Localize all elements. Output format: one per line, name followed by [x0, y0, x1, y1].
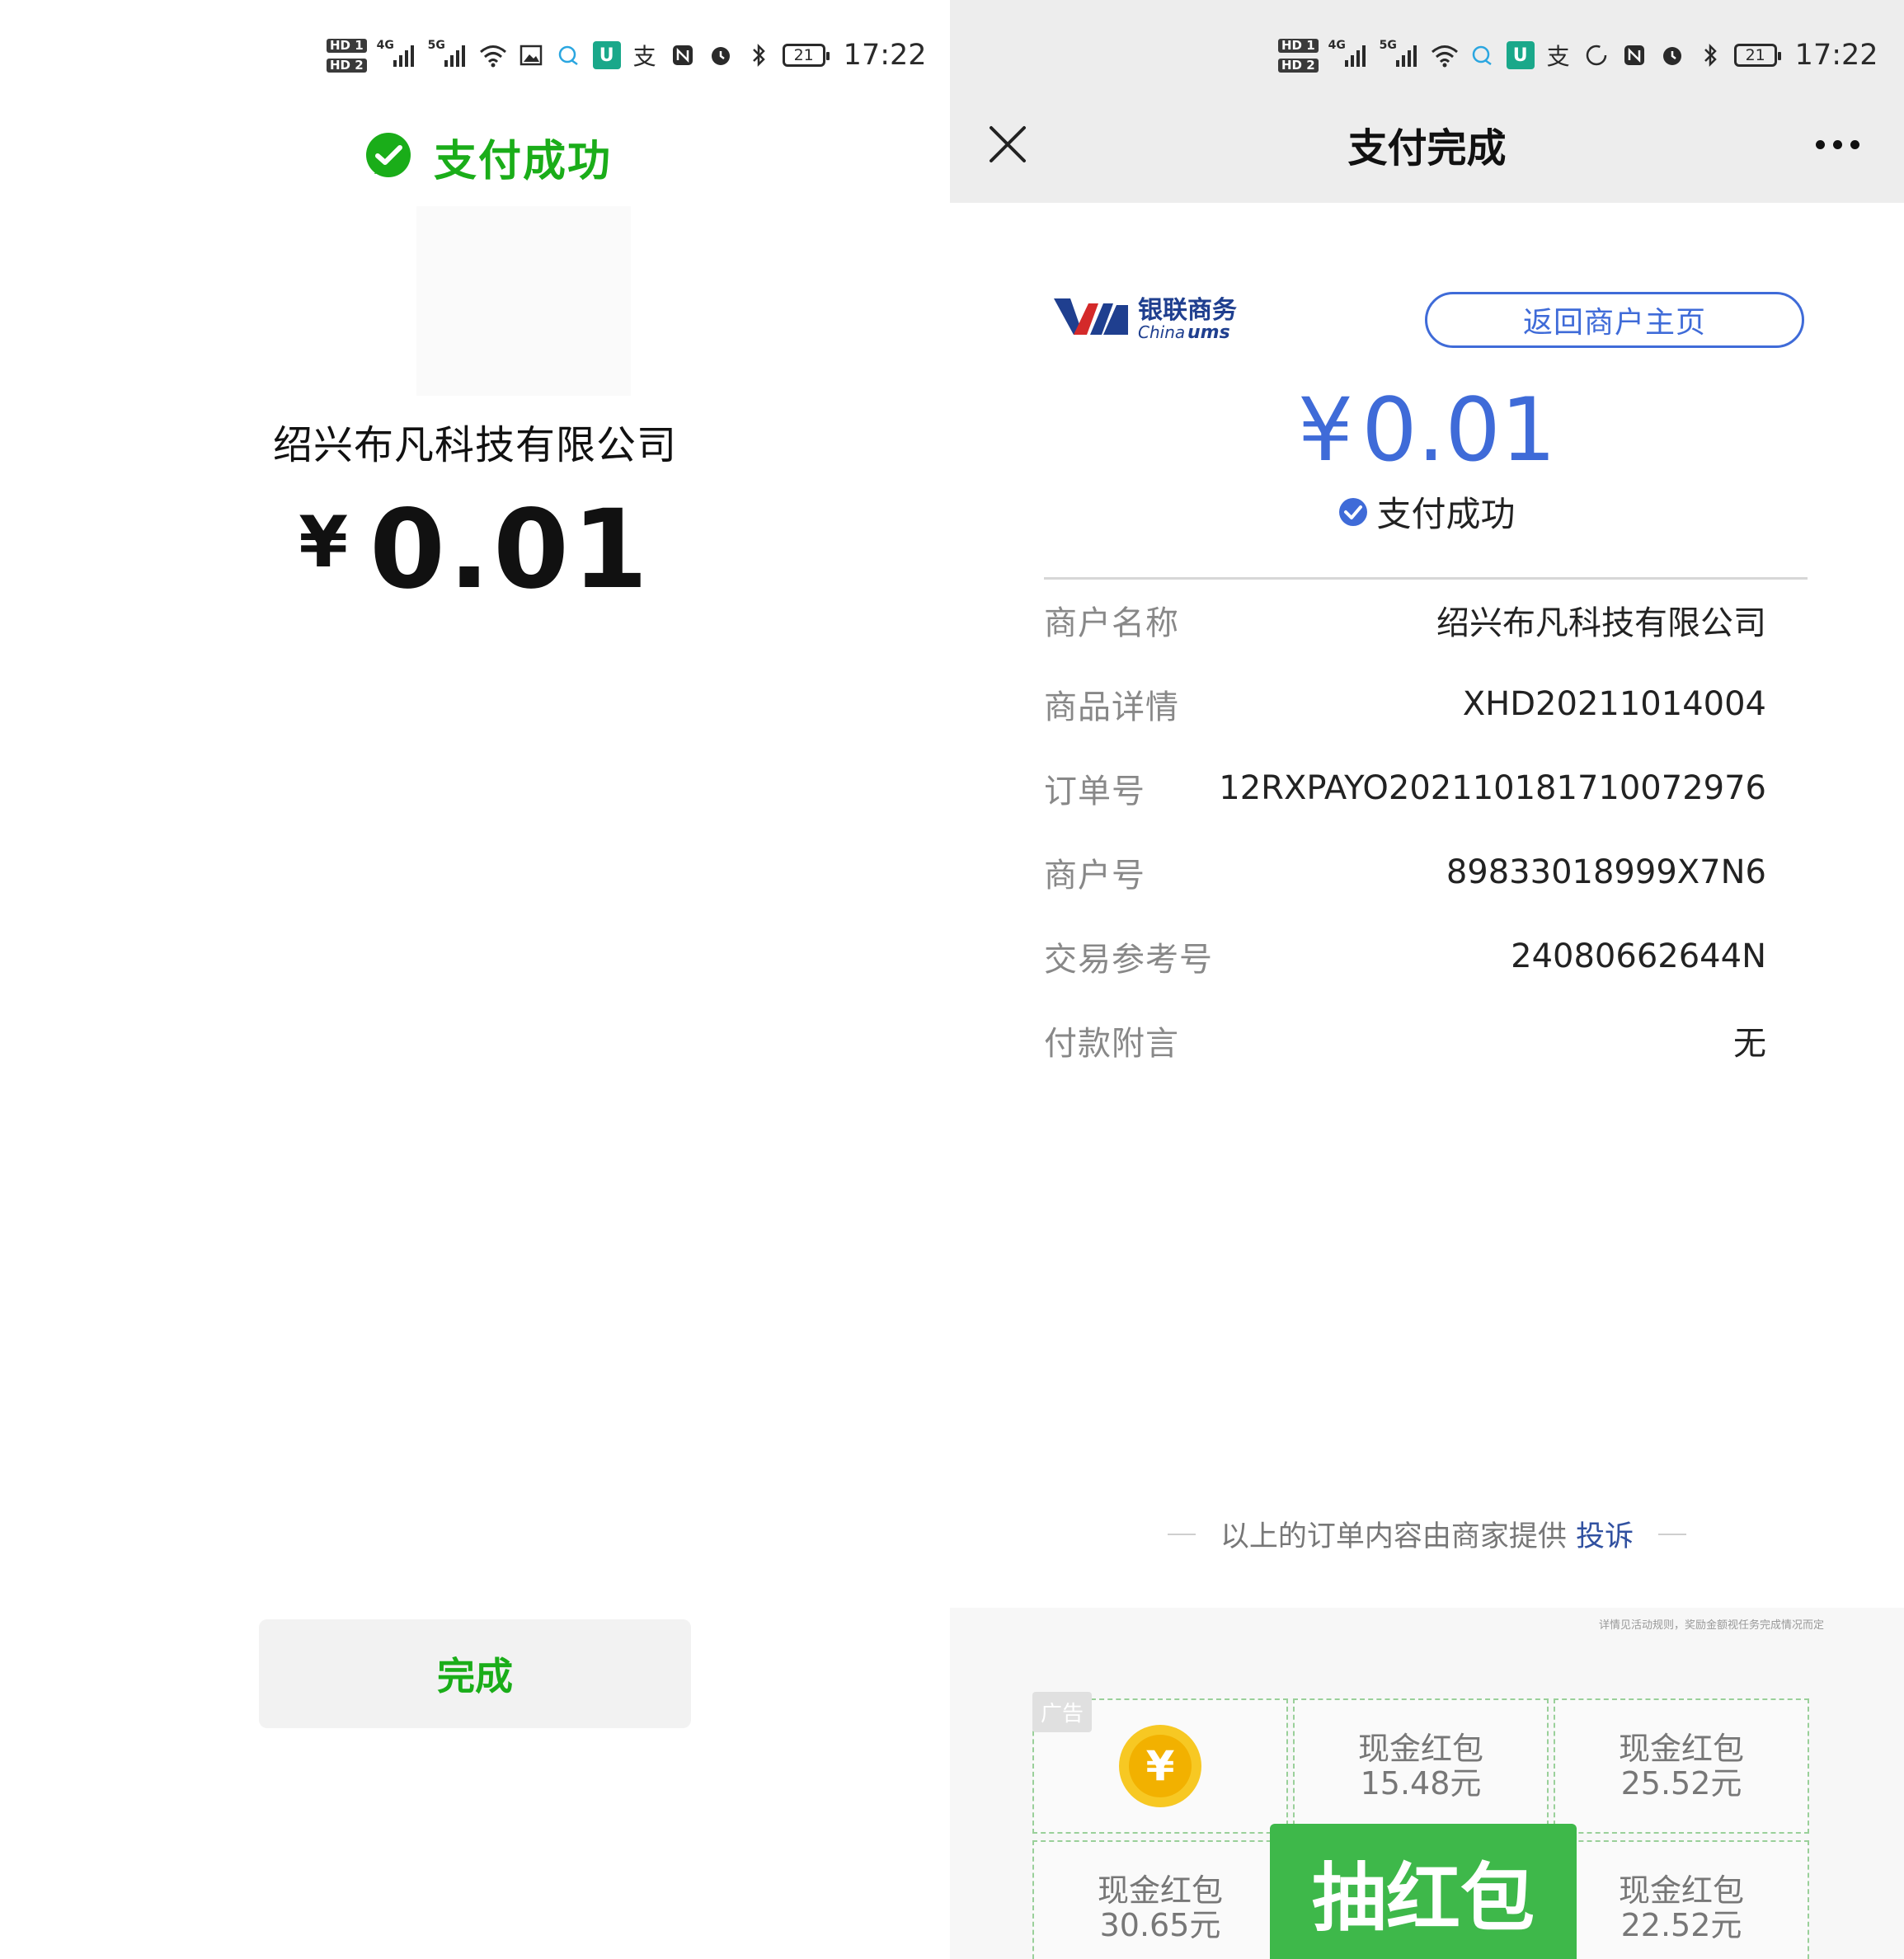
svg-text:China: China — [1138, 322, 1185, 342]
chat-icon — [555, 41, 583, 69]
pay-success-title: 支付成功 — [434, 136, 613, 186]
currency-symbol: ¥ — [1297, 379, 1354, 481]
merchant-avatar — [416, 206, 631, 396]
status-bar: HD 1 HD 2 4G 5G U 支 21 17:22 — [327, 26, 927, 84]
divider — [1044, 577, 1808, 580]
loading-icon — [1582, 41, 1610, 69]
detail-value: 12RXPAYO202110181710072976 — [1219, 769, 1766, 807]
back-to-merchant-home-button[interactable]: 返回商户主页 — [1425, 292, 1804, 348]
hd-icon: HD 1 HD 2 — [327, 38, 367, 73]
detail-value: 绍兴布凡科技有限公司 — [1436, 604, 1766, 642]
bluetooth-icon — [1696, 41, 1724, 69]
draw-red-packet-button[interactable]: 抽红包 — [1270, 1824, 1577, 1959]
detail-row-reference: 交易参考号 24080662644N — [1044, 932, 1766, 981]
coin-icon: ¥ — [1119, 1725, 1201, 1807]
detail-row-order-number: 订单号 12RXPAYO202110181710072976 — [1044, 763, 1766, 813]
amount-value: 0.01 — [1361, 379, 1557, 481]
status-bar: HD 1 HD 2 4G 5G U 支 21 17:22 — [1278, 26, 1878, 84]
signal-5g-icon: 5G — [1380, 39, 1421, 72]
amount-value: 0.01 — [369, 486, 651, 613]
wifi-icon — [479, 41, 507, 69]
detail-label: 交易参考号 — [1044, 941, 1213, 979]
more-icon[interactable] — [1808, 132, 1867, 157]
clock: 17:22 — [843, 39, 927, 72]
ums-payment-panel: HD 1HD 2 4G 5G U 支 21 17:22 支付完成 银联商务 C — [950, 0, 1904, 1959]
detail-row-merchant-name: 商户名称 绍兴布凡科技有限公司 — [1044, 595, 1766, 645]
check-circle-icon — [1339, 497, 1368, 526]
chat-icon — [1469, 41, 1497, 69]
detail-label: 订单号 — [1044, 773, 1145, 810]
red-packet-cell[interactable]: 现金红包 15.48元 — [1293, 1698, 1549, 1834]
clock: 17:22 — [1794, 39, 1878, 72]
detail-value: 89833018999X7N6 — [1446, 853, 1766, 891]
detail-label: 商户号 — [1044, 857, 1145, 895]
hd-icon: HD 1 HD 2 — [1278, 38, 1319, 73]
complain-link[interactable]: 投诉 — [1576, 1520, 1634, 1553]
wechat-payment-panel: HD 1 HD 2 4G 5G U 支 21 17:22 支付成功 绍兴布凡科技有… — [0, 0, 950, 1959]
red-packet-cell[interactable]: 现金红包 30.65元 — [1032, 1840, 1288, 1959]
alipay-icon: 支 — [632, 43, 656, 70]
nfc-icon — [1620, 41, 1648, 69]
signal-4g-icon: 4G — [377, 39, 418, 72]
detail-value: 24080662644N — [1511, 937, 1766, 975]
bluetooth-icon — [745, 41, 773, 69]
ums-logo-icon: 银联商务 China ums — [1054, 296, 1237, 343]
top-bar: HD 1 HD 2 4G 5G U 支 21 17:22 支付完成 — [950, 0, 1904, 203]
payment-amount: ¥0.01 — [950, 379, 1904, 481]
battery-icon: 21 — [782, 44, 830, 67]
merchant-name: 绍兴布凡科技有限公司 — [272, 422, 677, 468]
alipay-icon: 支 — [1546, 43, 1570, 70]
shield-app-icon: U — [592, 41, 621, 69]
status-text: 支付成功 — [1376, 494, 1516, 534]
signal-4g-icon: 4G — [1328, 39, 1370, 72]
gallery-icon — [517, 41, 545, 69]
detail-label: 商品详情 — [1044, 688, 1179, 726]
detail-row-merchant-id: 商户号 89833018999X7N6 — [1044, 848, 1766, 897]
shield-app-icon: U — [1506, 41, 1535, 69]
detail-value: XHD20211014004 — [1462, 685, 1766, 723]
detail-row-payment-note: 付款附言 无 — [1044, 1016, 1766, 1065]
ad-rules-text: 详情见活动规则，奖励金额视任务完成情况而定 — [1598, 1619, 1824, 1632]
page-title: 支付完成 — [1347, 125, 1507, 171]
done-button[interactable]: 完成 — [259, 1619, 691, 1728]
nfc-icon — [669, 41, 697, 69]
payment-status: 支付成功 — [950, 486, 1904, 537]
payment-amount: ¥0.01 — [0, 486, 950, 613]
wechat-logo-icon — [366, 133, 411, 177]
svg-text:ums: ums — [1187, 322, 1230, 343]
detail-value: 无 — [1733, 1025, 1766, 1063]
battery-icon: 21 — [1733, 44, 1781, 67]
wifi-icon — [1431, 41, 1459, 69]
alarm-icon — [1658, 41, 1686, 69]
ad-tag[interactable]: 广告 — [1032, 1692, 1093, 1732]
alarm-icon — [707, 41, 735, 69]
red-packet-cell[interactable]: 现金红包 22.52元 — [1554, 1840, 1809, 1959]
detail-row-product: 商品详情 XHD20211014004 — [1044, 679, 1766, 729]
detail-label: 付款附言 — [1044, 1025, 1179, 1063]
merchant-footnote: 以上的订单内容由商家提供 投诉 — [950, 1513, 1904, 1555]
detail-label: 商户名称 — [1044, 604, 1179, 642]
pay-success-header: 支付成功 — [363, 124, 612, 190]
footnote-text: 以上的订单内容由商家提供 — [1220, 1520, 1567, 1553]
svg-text:银联商务: 银联商务 — [1138, 296, 1237, 325]
svg-text:¥: ¥ — [1146, 1742, 1175, 1790]
red-packet-cell[interactable]: 现金红包 25.52元 — [1554, 1698, 1809, 1834]
signal-5g-icon: 5G — [428, 39, 469, 72]
currency-symbol: ¥ — [299, 501, 349, 584]
